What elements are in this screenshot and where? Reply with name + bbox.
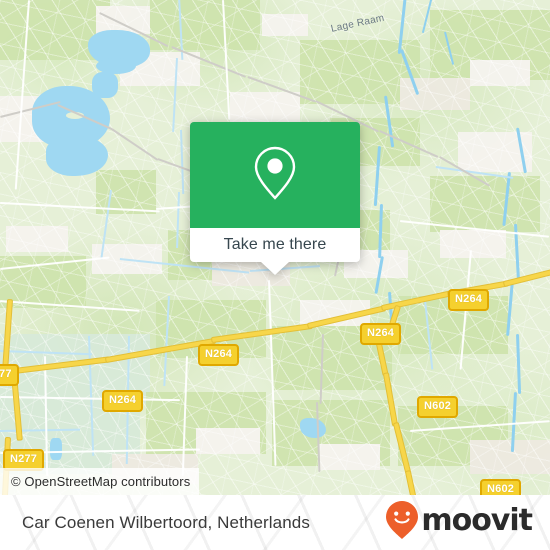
moovit-logo[interactable]: moovit — [385, 500, 533, 545]
moovit-wordmark: moovit — [421, 503, 533, 538]
location-callout-card[interactable]: Take me there — [190, 122, 360, 275]
map-screenshot: Lage Raam N264 N264 N264 N264 77 N277 N6… — [0, 0, 550, 550]
take-me-there-button[interactable]: Take me there — [190, 228, 360, 262]
page-title: Car Coenen Wilbertoord, Netherlands — [22, 512, 310, 532]
callout-tail — [261, 262, 289, 275]
callout-image-panel — [190, 122, 360, 228]
take-me-there-label: Take me there — [223, 236, 327, 253]
footer-bar: Car Coenen Wilbertoord, Netherlands moov… — [0, 495, 550, 550]
map-canvas[interactable]: Lage Raam N264 N264 N264 N264 77 N277 N6… — [0, 0, 550, 495]
road-shield-n602-1[interactable]: N602 — [417, 396, 459, 418]
road-shield-n264-2[interactable]: N264 — [360, 323, 402, 345]
attribution-text[interactable]: © OpenStreetMap contributors — [11, 474, 190, 489]
road-shield-n277-cut[interactable]: 77 — [0, 364, 19, 386]
road-shield-n264-1[interactable]: N264 — [448, 289, 490, 311]
map-pin-icon — [252, 144, 298, 207]
moovit-pin-smiley-icon — [385, 500, 419, 545]
road-shield-n264-3[interactable]: N264 — [198, 344, 240, 366]
road-shield-n602-2[interactable]: N602 — [480, 479, 522, 495]
map-attribution-bar: © OpenStreetMap contributors — [0, 468, 200, 495]
road-shield-n264-4[interactable]: N264 — [102, 390, 144, 412]
